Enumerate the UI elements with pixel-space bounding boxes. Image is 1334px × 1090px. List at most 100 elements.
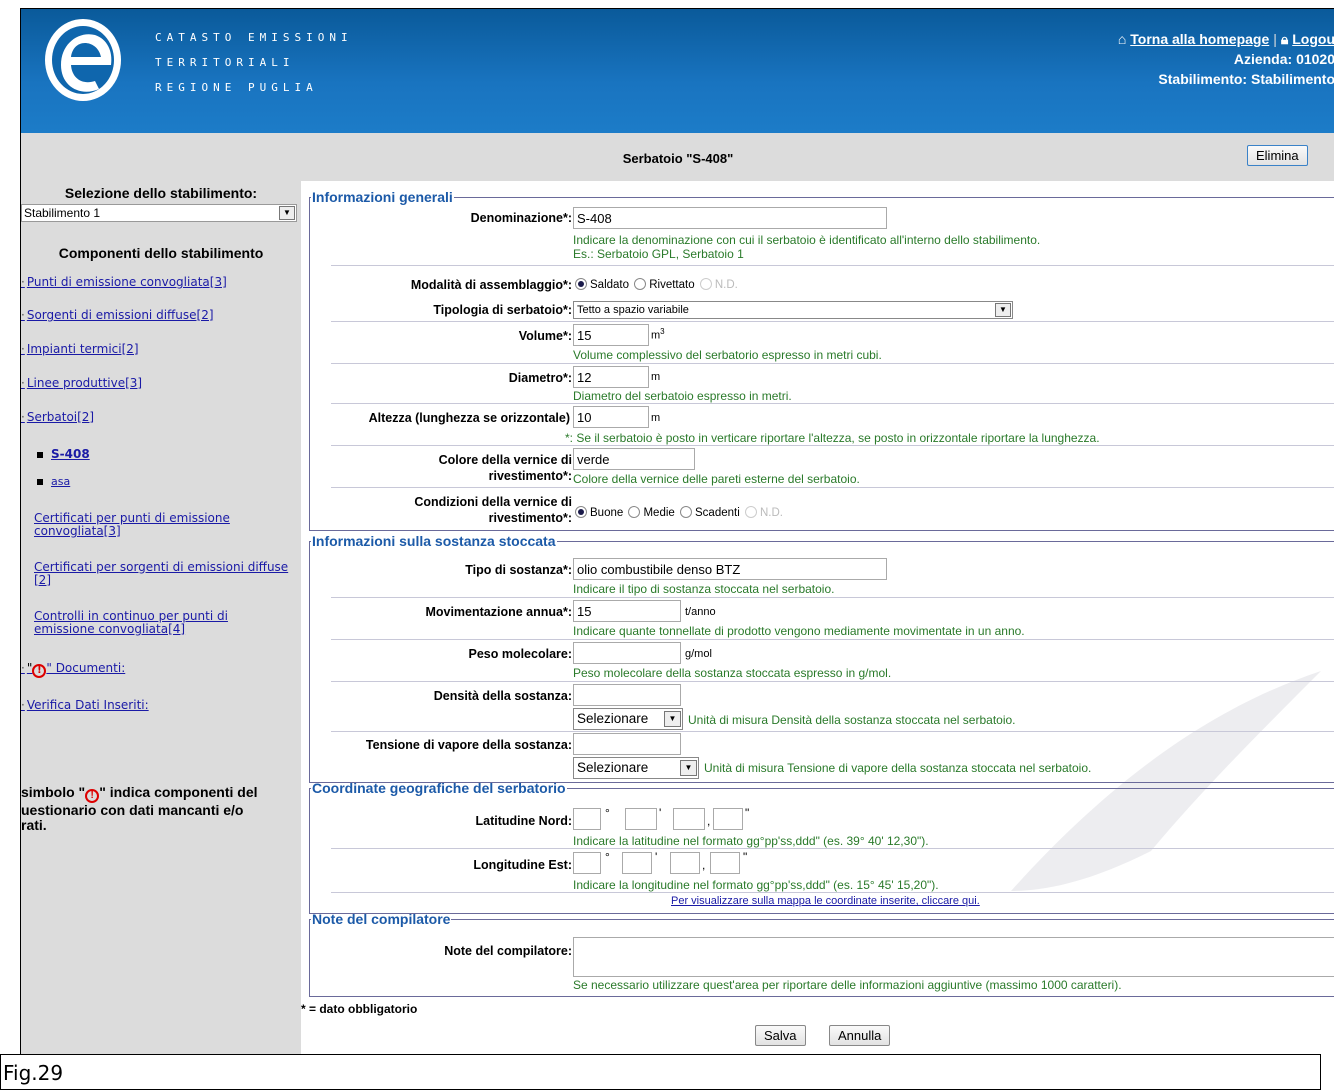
minute-symbol: ' bbox=[655, 850, 658, 864]
radio-nd bbox=[744, 506, 757, 518]
densita-label: Densità della sostanza: bbox=[433, 689, 572, 703]
tensione-hint: Unità di misura Tensione di vapore della… bbox=[704, 761, 1092, 775]
movimentazione-input[interactable] bbox=[573, 600, 681, 622]
tipologia-label: Tipologia di serbatoio*: bbox=[433, 303, 572, 317]
sidebar-item-linee-produttive[interactable]: · Linee produttive[3] bbox=[21, 376, 142, 390]
colore-input[interactable] bbox=[573, 448, 695, 470]
colore-label-2: rivestimento*: bbox=[488, 469, 572, 483]
tensione-input[interactable] bbox=[573, 733, 681, 755]
lat-seconds-input[interactable] bbox=[673, 808, 705, 830]
volume-unit: m3 bbox=[651, 327, 665, 342]
denominazione-input[interactable] bbox=[573, 207, 887, 229]
sidebar-item-impianti-termici[interactable]: · Impianti termici[2] bbox=[21, 342, 139, 356]
latitude-hint: Indicare la latitudine nel formato gg°pp… bbox=[573, 834, 929, 848]
stabilimento-value: Stabilimento bbox=[1250, 71, 1334, 87]
section-notes-title: Note del compilatore bbox=[312, 911, 451, 927]
lon-seconds-input[interactable] bbox=[670, 852, 700, 874]
brand-line-1: Catasto Emissioni bbox=[155, 31, 353, 44]
bullet-icon: · bbox=[21, 342, 25, 356]
lon-degrees-input[interactable] bbox=[573, 852, 601, 874]
sidebar-item-serbatoi[interactable]: · Serbatoi[2] bbox=[21, 410, 94, 424]
sidebar-item-controlli-continuo[interactable]: Controlli in continuo per punti di emissi… bbox=[21, 610, 228, 636]
denominazione-hint: Indicare la denominazione con cui il ser… bbox=[573, 233, 1041, 247]
volume-label: Volume*: bbox=[518, 329, 572, 343]
degree-symbol: ° bbox=[605, 850, 610, 864]
notes-label: Note del compilatore: bbox=[444, 944, 572, 958]
comma-symbol: , bbox=[702, 858, 706, 872]
lon-minutes-input[interactable] bbox=[622, 852, 652, 874]
movimentazione-label: Movimentazione annua*: bbox=[425, 605, 572, 619]
sidebar-item-punti-emissione[interactable]: · Punti di emissione convogliata[3] bbox=[21, 275, 227, 289]
degree-symbol: ° bbox=[605, 806, 610, 820]
lat-degrees-input[interactable] bbox=[573, 808, 601, 830]
notes-textarea[interactable]: ▲▼ bbox=[573, 937, 1334, 977]
home-link[interactable]: Torna alla homepage bbox=[1130, 31, 1269, 47]
stabilimento-select[interactable]: Stabilimento 1 ▼ bbox=[21, 204, 297, 222]
sidebar-item-certificati-sorgenti[interactable]: Certificati per sorgenti di emissioni di… bbox=[21, 561, 288, 587]
screenshot-frame: Catasto Emissioni Territoriali Regione P… bbox=[20, 8, 1334, 1054]
azienda-value: 01020 bbox=[1296, 51, 1334, 67]
radio-scadenti[interactable] bbox=[680, 506, 692, 518]
chevron-down-icon: ▼ bbox=[680, 760, 697, 776]
diametro-hint: Diametro del serbatoio espresso in metri… bbox=[573, 389, 792, 403]
cancel-button[interactable]: Annulla bbox=[829, 1025, 891, 1046]
tensione-label: Tensione di vapore della sostanza: bbox=[365, 738, 572, 752]
map-link[interactable]: Per visualizzare sulla mappa le coordina… bbox=[671, 895, 980, 907]
brand-line-3: Regione Puglia bbox=[155, 81, 318, 94]
sidebar-item-certificati-punti[interactable]: Certificati per punti di emissione convog… bbox=[21, 512, 230, 538]
peso-input[interactable] bbox=[573, 642, 681, 664]
movimentazione-hint: Indicare quante tonnellate di prodotto v… bbox=[573, 624, 1025, 638]
home-icon: ⌂ bbox=[1117, 31, 1127, 47]
delete-button[interactable]: Elimina bbox=[1247, 145, 1308, 166]
peso-hint: Peso molecolare della sostanza stoccata … bbox=[573, 666, 892, 680]
peso-unit: g/mol bbox=[685, 648, 712, 660]
radio-rivettato[interactable] bbox=[634, 278, 647, 290]
tensione-unit-select[interactable]: Selezionare ▼ bbox=[573, 757, 699, 779]
sidebar: Selezione dello stabilimento: Stabilimen… bbox=[21, 181, 301, 1054]
altezza-input[interactable] bbox=[573, 406, 649, 428]
sidebar-item-verifica[interactable]: · Verifica Dati Inseriti: bbox=[21, 698, 149, 712]
tipologia-select[interactable]: Tetto a spazio variabile ▼ bbox=[573, 301, 1013, 319]
figure-caption: Fig.29 bbox=[0, 1054, 1321, 1090]
condizioni-label-2: rivestimento*: bbox=[488, 511, 572, 525]
bullet-icon: · bbox=[21, 275, 25, 289]
second-symbol: " bbox=[743, 850, 748, 864]
notes-hint: Se necessario utilizzare quest'area per … bbox=[573, 978, 1122, 992]
tipo-sostanza-input[interactable] bbox=[573, 558, 887, 580]
save-button[interactable]: Salva bbox=[755, 1025, 806, 1046]
volume-input[interactable] bbox=[573, 324, 649, 346]
densita-input[interactable] bbox=[573, 684, 681, 706]
sidebar-item-sorgenti-diffuse[interactable]: · Sorgenti di emissioni diffuse[2] bbox=[21, 308, 214, 322]
azienda-label: Azienda: bbox=[1233, 51, 1293, 67]
radio-saldato[interactable] bbox=[575, 278, 587, 290]
asa-link[interactable]: asa bbox=[51, 475, 70, 488]
longitude-hint: Indicare la longitudine nel formato gg°p… bbox=[573, 878, 939, 892]
densita-hint: Unità di misura Densità della sostanza s… bbox=[688, 713, 1016, 727]
lat-minutes-input[interactable] bbox=[625, 808, 657, 830]
radio-buone[interactable] bbox=[575, 506, 587, 518]
lat-decimals-input[interactable] bbox=[713, 808, 743, 830]
minute-symbol: ' bbox=[659, 806, 662, 820]
bullet-icon: · bbox=[21, 698, 25, 712]
tipo-sostanza-label: Tipo di sostanza*: bbox=[465, 563, 572, 577]
colore-hint: Colore della vernice delle pareti estern… bbox=[573, 472, 860, 486]
lon-decimals-input[interactable] bbox=[710, 852, 740, 874]
square-bullet-icon bbox=[37, 451, 43, 458]
radio-medie[interactable] bbox=[628, 506, 641, 518]
sidebar-item-documenti[interactable]: · "! " Documenti: bbox=[21, 661, 125, 678]
chevron-down-icon: ▼ bbox=[995, 303, 1011, 317]
logout-link[interactable]: Logou bbox=[1292, 31, 1334, 47]
warning-icon: ! bbox=[85, 789, 100, 803]
s408-link[interactable]: S-408 bbox=[51, 447, 90, 461]
diametro-input[interactable] bbox=[573, 366, 649, 388]
assemblaggio-label: Modalità di assemblaggio*: bbox=[410, 278, 572, 292]
denominazione-example: Es.: Serbatoio GPL, Serbatoio 1 bbox=[573, 247, 744, 261]
condizioni-label: Condizioni della vernice di bbox=[414, 495, 572, 509]
diametro-label: Diametro*: bbox=[508, 371, 572, 385]
densita-unit-select[interactable]: Selezionare ▼ bbox=[573, 708, 683, 730]
comma-symbol: , bbox=[707, 814, 711, 828]
sidebar-subitem-s408[interactable]: S-408 bbox=[37, 447, 90, 461]
colore-label: Colore della vernice di bbox=[438, 453, 572, 467]
sidebar-subitem-asa[interactable]: asa bbox=[37, 475, 70, 488]
square-bullet-icon bbox=[37, 479, 43, 485]
